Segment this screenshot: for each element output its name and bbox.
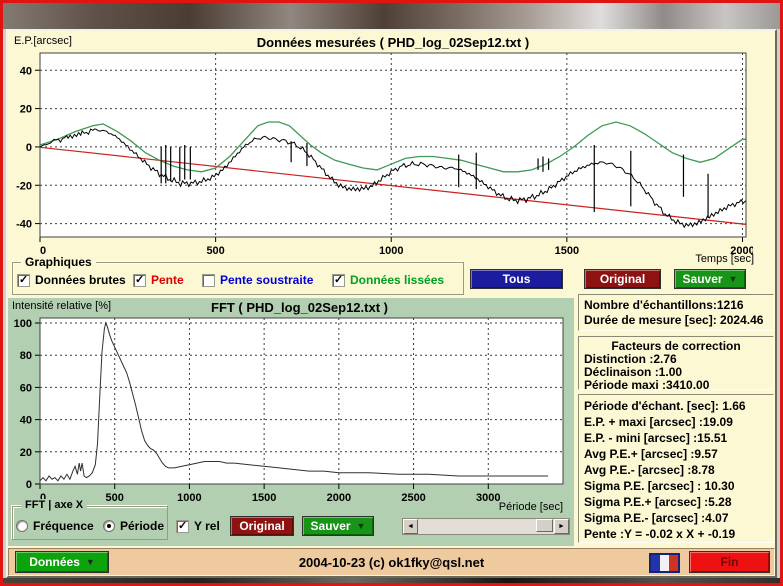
stat-line: Période maxi :3410.00	[584, 378, 710, 392]
sauver-button-label: Sauver	[310, 519, 351, 533]
chevron-down-icon: ▼	[728, 273, 738, 284]
svg-text:1000: 1000	[379, 245, 403, 257]
checkbox-pente[interactable]: Pente	[133, 273, 184, 287]
stat-line: Nombre d'échantillons:1216	[584, 298, 744, 312]
checkbox-box	[332, 273, 345, 287]
stat-line: Période d'échant. [sec]: 1.66	[584, 399, 746, 413]
svg-text:20: 20	[20, 104, 32, 116]
fin-button-label: Fin	[720, 555, 739, 569]
donnees-button-label: Données	[29, 555, 80, 569]
svg-text:40: 40	[20, 415, 32, 427]
svg-text:-20: -20	[16, 180, 32, 192]
flag-blue-stripe	[651, 555, 660, 571]
tous-button-label: Tous	[502, 272, 531, 286]
svg-text:40: 40	[20, 65, 32, 77]
plot-area	[40, 53, 746, 237]
checkbox-y-rel[interactable]: Y rel	[176, 519, 220, 533]
svg-text:20: 20	[20, 447, 32, 459]
main-panel: E.P.[arcsec] Données mesurées ( PHD_log_…	[6, 29, 777, 578]
time-axis-label: Temps [sec]	[695, 253, 754, 265]
checkbox-box	[202, 273, 215, 287]
fft-axis-group-label: FFT | axe X	[21, 499, 88, 511]
checkbox-box	[17, 273, 30, 287]
svg-text:0: 0	[26, 479, 32, 491]
radio-label: Fréquence	[33, 519, 94, 533]
fft-chart: 1008060402000 500 1000 1500 2000 2500 3000	[14, 317, 564, 504]
chevron-down-icon: ▼	[85, 556, 95, 567]
radio-label: Période	[120, 519, 165, 533]
stat-line: E.P. - mini [arcsec] :15.51	[584, 431, 728, 445]
checkbox-label: Pente	[151, 273, 184, 287]
app-window: E.P.[arcsec] Données mesurées ( PHD_log_…	[0, 0, 783, 586]
donnees-button[interactable]: Données ▼	[15, 551, 109, 573]
sauver-button-top[interactable]: Sauver ▼	[674, 269, 746, 289]
checkbox-label: Données brutes	[35, 273, 126, 287]
checkbox-donnees-brutes[interactable]: Données brutes	[17, 273, 126, 287]
chevron-down-icon: ▼	[356, 520, 366, 531]
radio-circle	[16, 520, 28, 532]
checkbox-pente-soustraite[interactable]: Pente soustraite	[202, 273, 313, 287]
checkbox-label: Y rel	[194, 519, 220, 533]
stat-line: E.P. + maxi [arcsec] :19.09	[584, 415, 733, 429]
checkbox-box	[176, 519, 189, 533]
fft-section: Intensité relative [%] FFT ( PHD_log_02S…	[8, 298, 574, 546]
samples-info-box: Nombre d'échantillons:1216 Durée de mesu…	[578, 294, 774, 331]
svg-text:1000: 1000	[177, 492, 201, 504]
svg-text:100: 100	[14, 318, 32, 330]
correction-factors-box: Facteurs de correction Distinction :2.76…	[578, 336, 774, 392]
french-flag-icon[interactable]	[649, 553, 680, 573]
plot-area	[40, 318, 563, 484]
svg-text:1500: 1500	[252, 492, 276, 504]
arrow-right-icon[interactable]: ►	[554, 519, 569, 534]
stat-line: Sigma P.E.+ [arcsec] :5.28	[584, 495, 732, 509]
desktop-background-bottom	[3, 578, 780, 583]
desktop-background-top	[3, 3, 780, 29]
radio-circle	[103, 520, 115, 532]
checkbox-box	[133, 273, 146, 287]
graphiques-group-label: Graphiques	[21, 255, 96, 269]
scrollbar-track[interactable]	[418, 519, 554, 534]
fft-scrollbar[interactable]: ◄ ►	[402, 518, 570, 535]
arrow-left-icon[interactable]: ◄	[403, 519, 418, 534]
period-axis-label: Période [sec]	[498, 501, 563, 513]
graphiques-group: Graphiques Données brutes Pente Pente so…	[12, 255, 464, 295]
stat-line: Durée de mesure [sec]: 2024.46	[584, 313, 764, 327]
bottom-bar: 2004-10-23 (c) ok1fky@qsl.net Données ▼ …	[8, 548, 775, 576]
svg-text:0: 0	[26, 142, 32, 154]
radio-periode[interactable]: Période	[103, 519, 164, 533]
sauver-button-label: Sauver	[682, 272, 723, 286]
original-button-top[interactable]: Original	[584, 269, 661, 289]
radio-frequence[interactable]: Fréquence	[16, 519, 94, 533]
svg-text:1500: 1500	[555, 245, 579, 257]
checkbox-label: Données lissées	[350, 273, 445, 287]
flag-red-stripe	[669, 555, 678, 571]
flag-white-stripe	[660, 555, 669, 571]
stat-line: Avg P.E.- [arcsec] :8.78	[584, 463, 715, 477]
stat-line: Sigma P.E.- [arcsec] :4.07	[584, 511, 729, 525]
stat-line: Pente :Y = -0.02 x X + -0.19	[584, 527, 736, 541]
original-button-label: Original	[599, 272, 646, 286]
checkbox-donnees-lissees[interactable]: Données lissées	[332, 273, 444, 287]
measured-data-chart: 40200-20-400 500 1000 1500 2000	[16, 52, 753, 257]
svg-text:500: 500	[206, 245, 224, 257]
svg-text:80: 80	[20, 350, 32, 362]
checkbox-label: Pente soustraite	[220, 273, 314, 287]
svg-text:500: 500	[106, 492, 124, 504]
fin-button[interactable]: Fin	[689, 551, 770, 573]
svg-text:2000: 2000	[327, 492, 351, 504]
svg-text:-40: -40	[16, 219, 32, 231]
sauver-button-fft[interactable]: Sauver ▼	[302, 516, 374, 536]
stat-line: Sigma P.E. [arcsec] : 10.30	[584, 479, 735, 493]
fft-axis-group: FFT | axe X Fréquence Période	[12, 499, 168, 540]
svg-text:60: 60	[20, 382, 32, 394]
measurements-box: Période d'échant. [sec]: 1.66 E.P. + max…	[578, 394, 774, 543]
stat-line: Avg P.E.+ [arcsec] :9.57	[584, 447, 718, 461]
svg-text:2500: 2500	[401, 492, 425, 504]
tous-button[interactable]: Tous	[470, 269, 563, 289]
scrollbar-thumb[interactable]	[536, 519, 553, 532]
original-button-label: Original	[239, 519, 285, 533]
original-button-fft[interactable]: Original	[230, 516, 294, 536]
